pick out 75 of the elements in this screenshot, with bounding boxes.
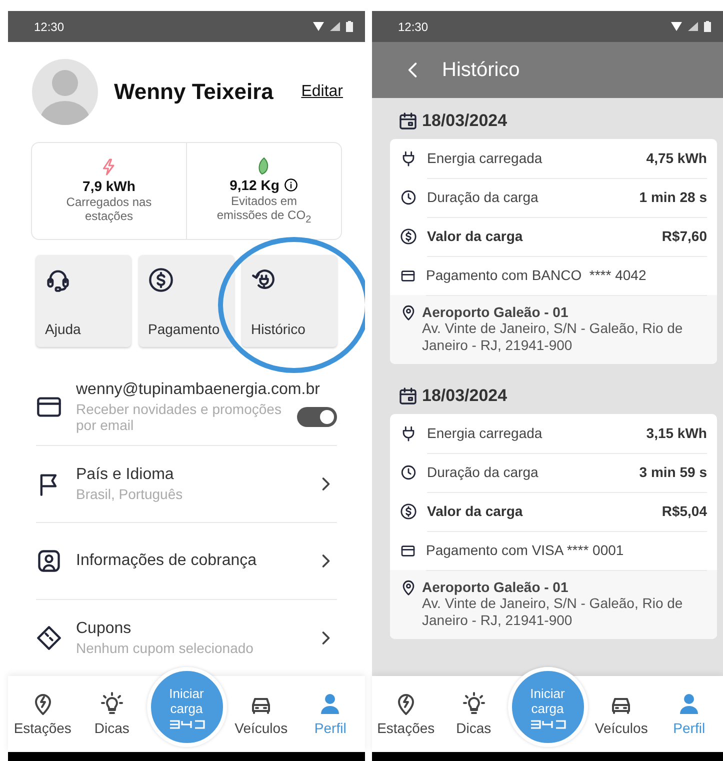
battery-icon (704, 21, 711, 32)
logo-icon (530, 720, 566, 728)
item-title: Informações de cobrança (76, 552, 258, 570)
clock-icon (400, 189, 417, 206)
detail-label: Duração da carga (427, 464, 540, 480)
stat-caption: Carregados nas estações (65, 196, 153, 224)
session-date: 18/03/2024 (422, 111, 508, 131)
station-name: Aeroporto Galeão - 01 (422, 304, 570, 320)
clock-icon (400, 464, 417, 481)
settings-item[interactable]: País e Idioma Brasil, Português (36, 446, 337, 523)
detail-value: R$5,04 (662, 503, 707, 519)
credit-card-icon (400, 542, 416, 558)
info-icon (284, 178, 298, 192)
wifi-icon (313, 22, 324, 31)
calendar-icon (398, 111, 418, 131)
status-time: 12:30 (398, 20, 428, 34)
user-card-icon (36, 548, 62, 574)
session-date: 18/03/2024 (422, 386, 508, 406)
detail-label: Valor da carga (427, 503, 524, 519)
detail-label: Pagamento com BANCO **** 4042 (426, 267, 648, 283)
plug-icon (400, 425, 417, 442)
user-name: Wenny Teixeira (114, 79, 274, 106)
detail-value: 4,75 kWh (646, 150, 707, 166)
lightbulb-icon (100, 692, 124, 716)
dollar-icon (400, 503, 417, 520)
shortcut-tile[interactable]: Ajuda (36, 255, 131, 347)
toggle-switch[interactable] (297, 407, 337, 427)
item-title: País e Idioma (76, 466, 175, 484)
location-pin-icon (400, 579, 417, 596)
stat-caption: Evitados em emissões de CO$_{2}$ (216, 194, 312, 226)
shortcut-tile[interactable]: Histórico (242, 255, 337, 347)
nav-tab[interactable]: Estações (8, 692, 78, 736)
stat-value: 7,9 kWh (82, 178, 136, 194)
ticket-icon (36, 625, 62, 651)
detail-label: Energia carregada (427, 425, 544, 441)
calendar-icon (398, 386, 418, 406)
wifi-icon (671, 22, 682, 31)
stat-value: 9,12 Kg (230, 176, 280, 193)
dollar-icon (148, 267, 174, 293)
location-pin-icon (400, 304, 417, 321)
detail-value: 3,15 kWh (646, 425, 707, 441)
lightbulb-icon (462, 692, 486, 716)
signal-icon (688, 22, 698, 31)
nav-tab[interactable]: Dicas (77, 692, 146, 736)
detail-value: R$7,60 (662, 228, 707, 244)
nav-tab[interactable]: Veículos (588, 692, 656, 736)
plug-icon (400, 150, 417, 167)
item-title: wenny@tupinambaenergia.com.br (76, 381, 321, 399)
station-name: Aeroporto Galeão - 01 (422, 579, 570, 595)
status-time: 12:30 (34, 20, 64, 34)
logo-icon (168, 720, 204, 728)
detail-label: Pagamento com VISA **** 0001 (426, 542, 625, 558)
detail-label: Duração da carga (427, 189, 540, 205)
nav-tab[interactable]: Estações (372, 692, 440, 736)
item-subtitle: Receber novidades e promoções por email (76, 401, 282, 433)
item-subtitle: Nenhum cupom selecionado (76, 640, 254, 656)
settings-item[interactable]: Informações de cobrança (36, 523, 337, 600)
signal-icon (330, 22, 340, 31)
station-address: Av. Vinte de Janeiro, S/N - Galeão, Rio de Janeiro - RJ, 21941-900 (422, 320, 684, 354)
detail-label: Valor da carga (427, 228, 524, 244)
nav-tab[interactable]: Veículos (226, 692, 296, 736)
item-title: Cupons (76, 620, 132, 638)
battery-icon (346, 21, 353, 32)
shortcut-tile[interactable]: Pagamento (139, 255, 234, 347)
nav-tab[interactable]: Dicas (440, 692, 508, 736)
credit-card-icon (400, 268, 416, 284)
screen-title: Histórico (442, 58, 520, 82)
dollar-icon (400, 228, 417, 245)
edit-link[interactable]: Editar (301, 83, 343, 102)
detail-value: 1 min 28 s (639, 189, 707, 205)
detail-value: 3 min 59 s (639, 464, 707, 480)
item-subtitle: Brasil, Português (76, 486, 184, 502)
station-address: Av. Vinte de Janeiro, S/N - Galeão, Rio de Janeiro - RJ, 21941-900 (422, 595, 684, 629)
settings-item[interactable]: wenny@tupinambaenergia.com.br Receber novidades e promoções por email (36, 369, 337, 446)
detail-label: Energia carregada (427, 150, 544, 166)
